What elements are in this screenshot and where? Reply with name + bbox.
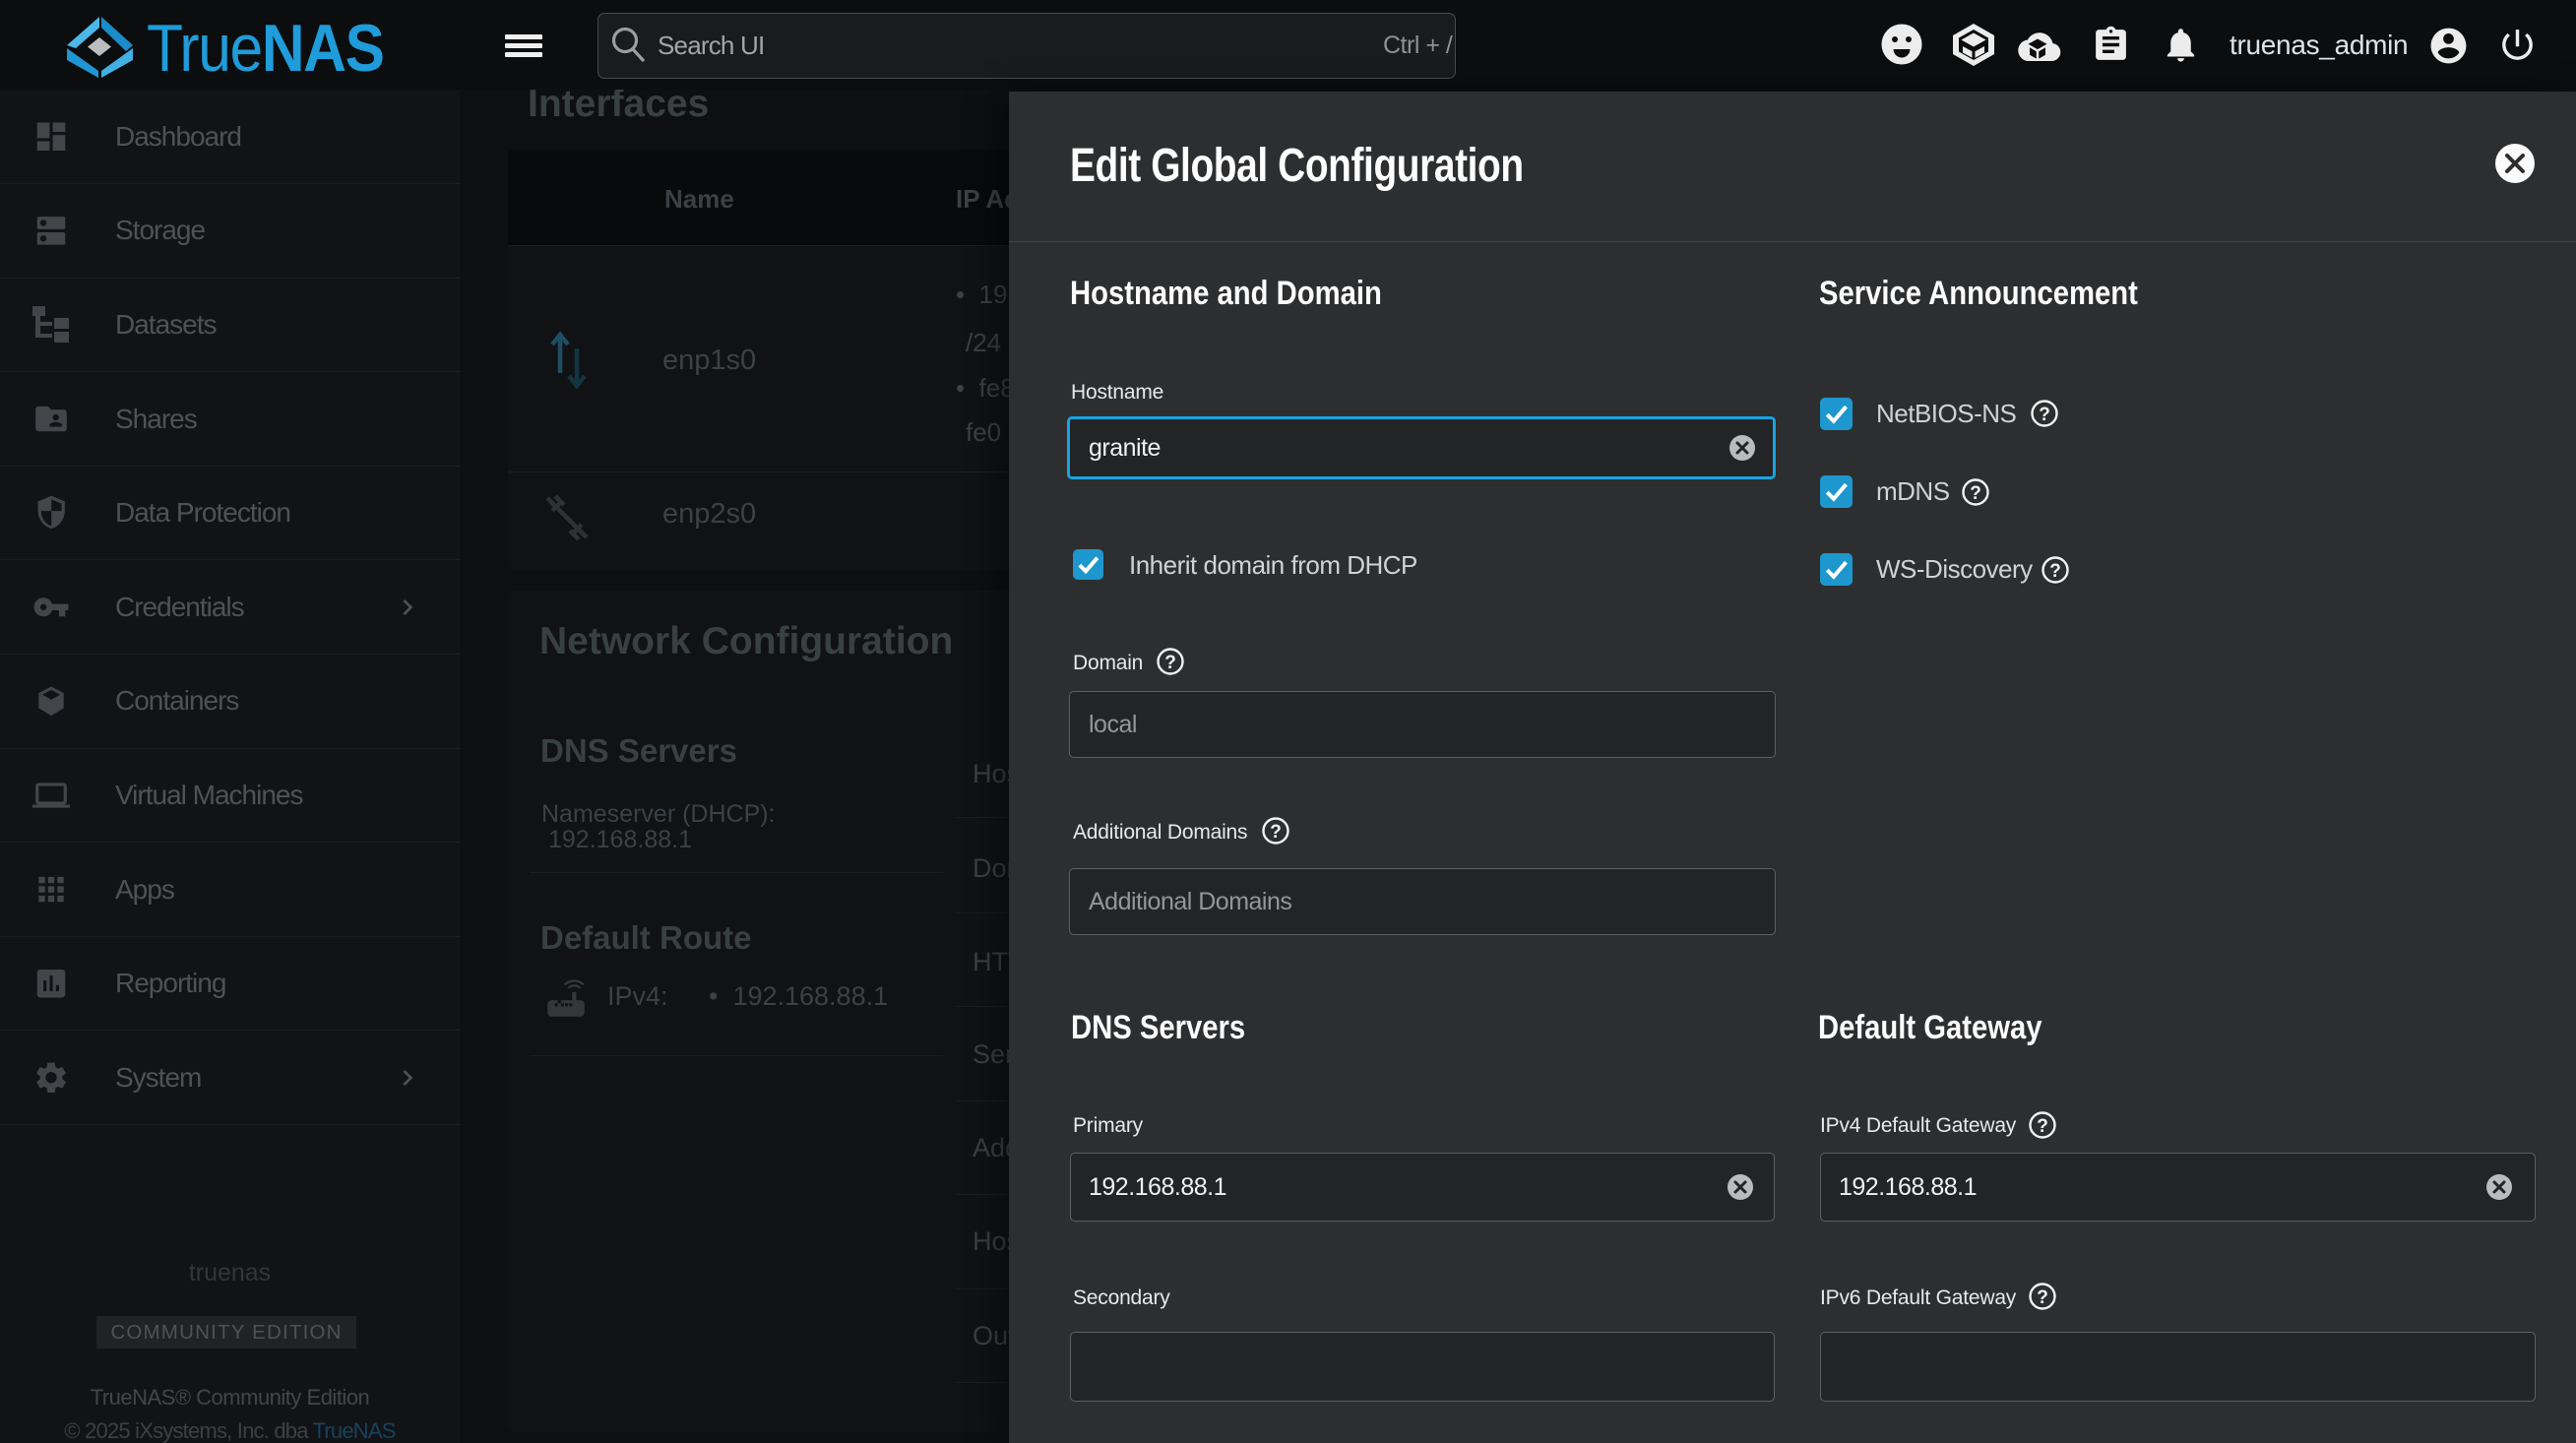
svg-text:?: ?	[1270, 822, 1282, 843]
svg-text:?: ?	[2049, 561, 2061, 582]
svg-text:?: ?	[1970, 483, 1981, 504]
svg-text:?: ?	[2039, 405, 2050, 425]
svg-text:?: ?	[1164, 653, 1176, 673]
svg-text:?: ?	[2037, 1287, 2048, 1308]
svg-text:?: ?	[2037, 1116, 2048, 1137]
